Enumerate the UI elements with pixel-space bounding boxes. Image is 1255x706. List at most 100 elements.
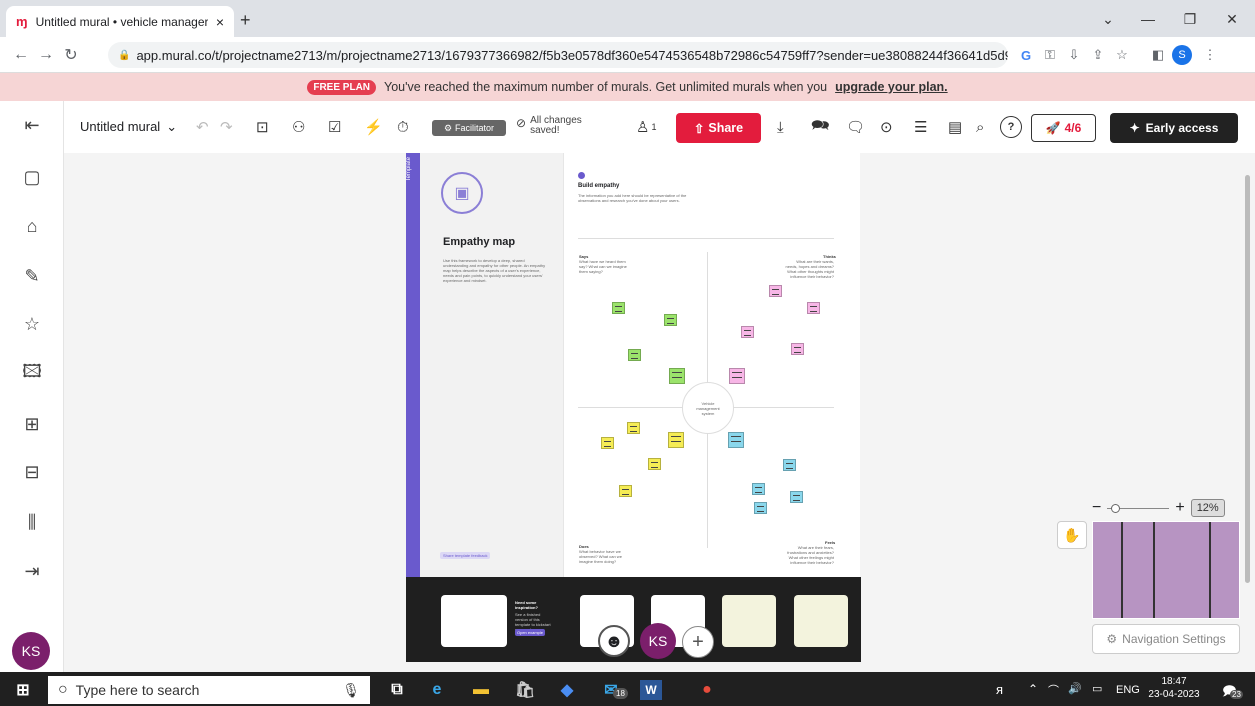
timer-icon[interactable]: ⏱ (397, 116, 409, 138)
sticky-note[interactable] (790, 491, 803, 503)
window-close-icon[interactable]: ✕ (1212, 6, 1252, 32)
list-icon[interactable]: ▤ (948, 116, 962, 138)
private-mode-icon[interactable]: ⚇ (292, 116, 305, 138)
sticky-note[interactable] (741, 326, 754, 338)
image-icon[interactable]: 🖾 (18, 360, 46, 388)
export-icon[interactable]: ⤓ (777, 116, 784, 138)
select-area-icon[interactable]: ⊡ (256, 116, 269, 138)
close-tab-icon[interactable]: × (216, 14, 224, 30)
sticky-note[interactable] (664, 314, 677, 326)
zoom-slider-handle[interactable] (1111, 503, 1121, 513)
google-icon[interactable]: G (1016, 44, 1036, 66)
volume-icon[interactable]: 🔊 (1068, 682, 1082, 695)
microphone-icon[interactable]: 🎙 (342, 682, 360, 699)
step-thumbnail-3[interactable] (722, 595, 776, 647)
file-explorer-icon[interactable]: ▬ (468, 678, 494, 702)
zoom-level[interactable]: 12% (1190, 499, 1225, 517)
word-icon[interactable]: W (640, 680, 662, 700)
sticky-note[interactable] (648, 458, 661, 470)
sticky-note[interactable] (791, 343, 804, 355)
zoom-slider[interactable] (1107, 503, 1170, 513)
sticky-note[interactable] (601, 437, 614, 449)
undo-icon[interactable]: ↶ (196, 116, 209, 138)
browser-menu-icon[interactable]: ⋮ (1200, 44, 1220, 66)
reactions-emoji-icon[interactable]: ☻ (598, 625, 630, 657)
sticky-note[interactable] (729, 368, 745, 384)
template-feedback-link[interactable]: Share template feedback (440, 552, 491, 559)
frameworks-icon[interactable]: ⊞ (18, 410, 46, 438)
chrome-icon[interactable]: ● (694, 678, 720, 702)
comments-icon[interactable]: 🗨 (846, 116, 865, 138)
sticky-note[interactable] (807, 302, 820, 314)
pen-icon[interactable]: ✎ (18, 262, 46, 290)
zoom-in-icon[interactable]: + (1175, 499, 1184, 517)
password-key-icon[interactable]: ⚿ (1040, 44, 1060, 66)
language-indicator[interactable]: ENG (1116, 684, 1140, 696)
sticky-note-icon[interactable]: ▢ (18, 163, 46, 191)
activity-icon[interactable]: ⊙ (880, 116, 893, 138)
tab-search-icon[interactable]: ⌄ (1088, 6, 1128, 32)
share-button[interactable]: ⇧ Share (676, 113, 761, 143)
tray-chevron-icon[interactable]: ⌃ (1028, 682, 1038, 696)
celebrate-icon[interactable]: ⚡ (364, 116, 383, 138)
restore-icon[interactable]: ❐ (1170, 6, 1210, 32)
sticky-note[interactable] (612, 302, 625, 314)
example-thumbnail[interactable] (441, 595, 507, 647)
user-avatar[interactable]: KS (12, 632, 50, 670)
side-panel-icon[interactable]: ◧ (1148, 44, 1168, 66)
help-icon[interactable]: ? (1000, 116, 1022, 138)
add-collaborator-icon[interactable]: + (682, 626, 714, 658)
new-tab-button[interactable]: + (240, 10, 251, 31)
navigation-settings-button[interactable]: ⚙ Navigation Settings (1092, 624, 1240, 654)
taskbar-search-box[interactable]: ○ Type here to search 🎙 (48, 676, 370, 704)
empathy-map-board[interactable] (563, 153, 860, 577)
sticky-note[interactable] (783, 459, 796, 471)
icons-star-icon[interactable]: ☆ (18, 310, 46, 338)
sticky-note[interactable] (728, 432, 744, 448)
redo-icon[interactable]: ↷ (220, 116, 233, 138)
bookmark-star-icon[interactable]: ☆ (1112, 44, 1132, 66)
sticky-note[interactable] (627, 422, 640, 434)
browser-tab[interactable]: ɱ Untitled mural • vehicle manager × (6, 6, 234, 37)
sticky-note[interactable] (668, 432, 684, 448)
onboarding-launch-button[interactable]: 🚀 4/6 (1031, 114, 1096, 142)
sticky-note[interactable] (628, 349, 641, 361)
minimize-icon[interactable]: — (1128, 6, 1168, 32)
pan-hand-icon[interactable]: ✋ (1057, 521, 1087, 549)
chat-icon[interactable]: 🗪 (811, 116, 830, 138)
sticky-note[interactable] (769, 285, 782, 297)
sticky-note[interactable] (752, 483, 765, 495)
voting-icon[interactable]: ☑ (328, 116, 341, 138)
participants-button[interactable]: ♙ 1 (636, 116, 656, 138)
task-view-icon[interactable]: ⧉ (384, 678, 410, 702)
sticky-note[interactable] (754, 502, 767, 514)
sticky-note[interactable] (669, 368, 685, 384)
import-icon[interactable]: ⇥ (18, 557, 46, 585)
table-icon[interactable]: ⊟ (18, 458, 46, 486)
people-icon[interactable]: ᴙ (996, 682, 1003, 697)
templates-icon[interactable]: ⌂ (18, 212, 46, 240)
zoom-out-icon[interactable]: − (1092, 499, 1101, 517)
url-input[interactable]: 🔒 app.mural.co/t/projectname2713/m/proje… (108, 42, 1008, 68)
share-page-icon[interactable]: ⇪ (1088, 44, 1108, 66)
library-icon[interactable]: ⫼ (18, 508, 46, 536)
edge-icon[interactable]: e (424, 678, 450, 702)
forward-icon[interactable]: → (35, 44, 57, 66)
install-icon[interactable]: ⇩ (1064, 44, 1084, 66)
open-example-button[interactable]: Open example (515, 629, 546, 636)
upgrade-link[interactable]: upgrade your plan. (835, 80, 948, 94)
mural-name-dropdown[interactable]: Untitled mural ⌄ (80, 119, 177, 135)
media-player-icon[interactable]: ◆ (554, 678, 580, 702)
outline-icon[interactable]: ☰ (914, 116, 927, 138)
sticky-note[interactable] (619, 485, 632, 497)
step-thumbnail-4[interactable] (794, 595, 848, 647)
early-access-button[interactable]: ✦ Early access (1110, 113, 1238, 143)
reload-icon[interactable]: ↻ (60, 44, 82, 66)
store-icon[interactable]: 🛍 (512, 678, 538, 702)
minimap[interactable] (1092, 521, 1240, 619)
profile-avatar[interactable]: S (1172, 45, 1192, 65)
wifi-icon[interactable]: ⌒ (1048, 682, 1059, 698)
scrollbar[interactable] (1245, 175, 1250, 583)
template-info-panel[interactable] (406, 153, 563, 577)
clock[interactable]: 18:47 23-04-2023 (1148, 675, 1200, 701)
